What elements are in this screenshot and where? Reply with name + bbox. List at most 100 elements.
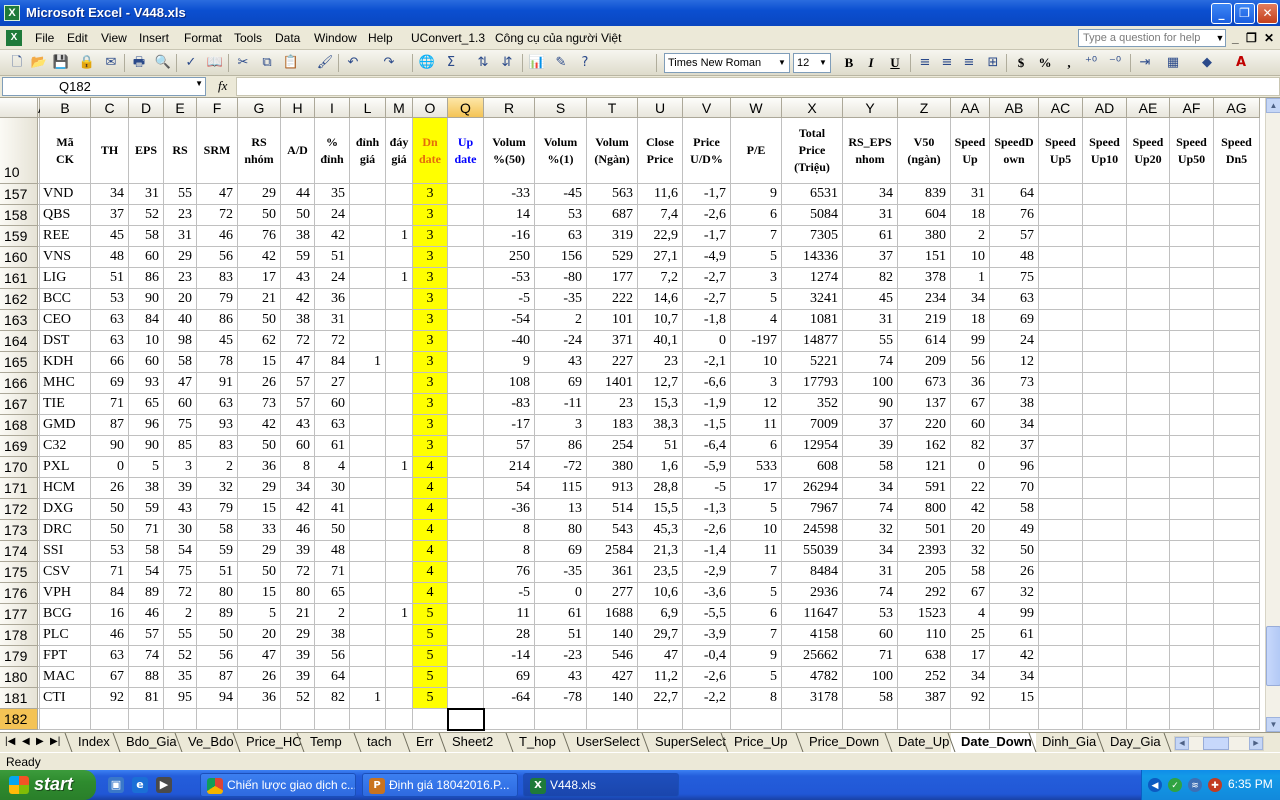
cell-z-182[interactable]	[898, 709, 951, 730]
cell-aa-161[interactable]: 1	[951, 268, 990, 289]
header-cell-s[interactable]: Volum %(1)	[535, 118, 587, 184]
sheet-tab-sheet2[interactable]: Sheet2	[442, 733, 497, 752]
cell-af-176[interactable]	[1170, 583, 1214, 604]
cell-l-162[interactable]	[350, 289, 386, 310]
insert-function-icon[interactable]: fx	[218, 78, 227, 94]
cell-d-160[interactable]: 60	[129, 247, 164, 268]
row-header-161[interactable]: 161	[0, 268, 38, 289]
cell-b-163[interactable]: CEO	[40, 310, 91, 331]
cell-w-181[interactable]: 8	[731, 688, 782, 709]
cell-s-182[interactable]	[535, 709, 587, 730]
cell-z-161[interactable]: 378	[898, 268, 951, 289]
scroll-down-icon[interactable]: ▼	[1266, 717, 1280, 732]
cell-af-169[interactable]	[1170, 436, 1214, 457]
cell-x-163[interactable]: 1081	[782, 310, 843, 331]
cell-ag-167[interactable]	[1214, 394, 1260, 415]
increase-decimal-icon[interactable]: ⁺⁰	[1082, 54, 1100, 72]
cell-i-170[interactable]: 4	[315, 457, 350, 478]
cell-u-159[interactable]: 22,9	[638, 226, 683, 247]
cell-r-164[interactable]: -40	[484, 331, 535, 352]
cell-ag-165[interactable]	[1214, 352, 1260, 373]
cell-h-175[interactable]: 72	[281, 562, 315, 583]
cell-w-167[interactable]: 12	[731, 394, 782, 415]
header-cell-m[interactable]: đáy giá	[386, 118, 413, 184]
media-player-icon[interactable]: ▶	[156, 777, 172, 793]
cell-r-166[interactable]: 108	[484, 373, 535, 394]
cell-d-177[interactable]: 46	[129, 604, 164, 625]
cell-s-181[interactable]: -78	[535, 688, 587, 709]
new-icon[interactable]: 🗋	[8, 54, 26, 72]
sort-ascending-icon[interactable]: ⇅	[474, 54, 492, 72]
cell-s-160[interactable]: 156	[535, 247, 587, 268]
cell-w-166[interactable]: 3	[731, 373, 782, 394]
cell-u-170[interactable]: 1,6	[638, 457, 683, 478]
cell-ac-166[interactable]	[1039, 373, 1083, 394]
cell-x-167[interactable]: 352	[782, 394, 843, 415]
cell-q-178[interactable]	[448, 625, 484, 646]
cell-q-170[interactable]	[448, 457, 484, 478]
cell-ae-160[interactable]	[1127, 247, 1170, 268]
cell-r-160[interactable]: 250	[484, 247, 535, 268]
cell-i-159[interactable]: 42	[315, 226, 350, 247]
cell-d-174[interactable]: 58	[129, 541, 164, 562]
next-sheet-icon[interactable]: ▶	[36, 736, 44, 747]
cell-ad-158[interactable]	[1083, 205, 1127, 226]
cell-t-164[interactable]: 371	[587, 331, 638, 352]
cell-g-171[interactable]: 29	[238, 478, 281, 499]
cell-ac-175[interactable]	[1039, 562, 1083, 583]
cell-z-176[interactable]: 292	[898, 583, 951, 604]
cell-v-182[interactable]	[683, 709, 731, 730]
cell-t-171[interactable]: 913	[587, 478, 638, 499]
cell-af-164[interactable]	[1170, 331, 1214, 352]
column-header-m[interactable]: M	[386, 98, 413, 118]
cell-x-174[interactable]: 55039	[782, 541, 843, 562]
cell-ab-177[interactable]: 99	[990, 604, 1039, 625]
cell-h-164[interactable]: 72	[281, 331, 315, 352]
cell-ad-177[interactable]	[1083, 604, 1127, 625]
cell-ad-170[interactable]	[1083, 457, 1127, 478]
cell-b-157[interactable]: VND	[40, 184, 91, 205]
cell-o-171[interactable]: 4	[413, 478, 448, 499]
cell-v-175[interactable]: -2,9	[683, 562, 731, 583]
cell-b-159[interactable]: REE	[40, 226, 91, 247]
cell-c-175[interactable]: 71	[91, 562, 129, 583]
row-header-171[interactable]: 171	[0, 478, 38, 499]
cell-aa-160[interactable]: 10	[951, 247, 990, 268]
column-header-c[interactable]: C	[91, 98, 129, 118]
cell-l-171[interactable]	[350, 478, 386, 499]
cell-e-159[interactable]: 31	[164, 226, 197, 247]
cell-ac-160[interactable]	[1039, 247, 1083, 268]
cell-af-168[interactable]	[1170, 415, 1214, 436]
cell-y-161[interactable]: 82	[843, 268, 898, 289]
cell-v-177[interactable]: -5,5	[683, 604, 731, 625]
cell-ae-163[interactable]	[1127, 310, 1170, 331]
cell-aa-159[interactable]: 2	[951, 226, 990, 247]
vertical-scrollbar[interactable]: ▲ ▼	[1265, 98, 1280, 732]
cell-t-175[interactable]: 361	[587, 562, 638, 583]
cell-af-177[interactable]	[1170, 604, 1214, 625]
cell-s-157[interactable]: -45	[535, 184, 587, 205]
column-header-af[interactable]: AF	[1170, 98, 1214, 118]
cell-h-177[interactable]: 21	[281, 604, 315, 625]
cell-t-163[interactable]: 101	[587, 310, 638, 331]
cell-c-178[interactable]: 46	[91, 625, 129, 646]
header-cell-aa[interactable]: Speed Up	[951, 118, 990, 184]
cell-r-171[interactable]: 54	[484, 478, 535, 499]
cell-x-178[interactable]: 4158	[782, 625, 843, 646]
cell-h-180[interactable]: 39	[281, 667, 315, 688]
cell-f-179[interactable]: 56	[197, 646, 238, 667]
cell-ag-175[interactable]	[1214, 562, 1260, 583]
row-header-181[interactable]: 181	[0, 688, 38, 709]
cell-c-182[interactable]	[91, 709, 129, 730]
scroll-right-icon[interactable]: ▶	[1249, 737, 1263, 750]
cell-ac-173[interactable]	[1039, 520, 1083, 541]
cell-g-166[interactable]: 26	[238, 373, 281, 394]
header-cell-ag[interactable]: Speed Dn5	[1214, 118, 1260, 184]
cell-g-168[interactable]: 42	[238, 415, 281, 436]
cell-ae-159[interactable]	[1127, 226, 1170, 247]
cell-ab-179[interactable]: 42	[990, 646, 1039, 667]
cell-l-159[interactable]	[350, 226, 386, 247]
cell-o-172[interactable]: 4	[413, 499, 448, 520]
header-cell-e[interactable]: RS	[164, 118, 197, 184]
cell-y-160[interactable]: 37	[843, 247, 898, 268]
